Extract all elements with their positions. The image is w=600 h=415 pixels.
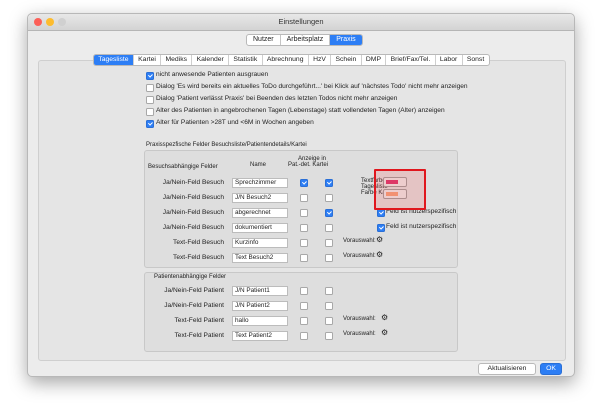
kartei-checkbox[interactable]	[325, 194, 333, 202]
subtab-kartei[interactable]: Kartei	[134, 55, 162, 65]
pat-det-checkbox[interactable]	[300, 254, 308, 262]
kartei-checkbox[interactable]	[325, 179, 333, 187]
option-label: Dialog 'Patient verlässt Praxis' bei Bee…	[156, 95, 398, 102]
default-label: Vorauswahl:	[343, 238, 376, 244]
row-label: Text-Feld Besuch	[173, 239, 224, 246]
gear-icon[interactable]: ⚙	[376, 251, 383, 259]
default-label: Vorauswahl:	[343, 331, 376, 337]
kartei-checkbox[interactable]	[325, 302, 333, 310]
subtab-kalender[interactable]: Kalender	[192, 55, 230, 65]
kartei-checkbox[interactable]	[325, 332, 333, 340]
settings-window: Einstellungen Nutzer Arbeitsplatz Praxis…	[27, 13, 575, 377]
ok-button[interactable]: OK	[540, 363, 562, 375]
option-label: nicht anwesende Patienten ausgrauen	[156, 71, 269, 78]
top-tab-bar: Nutzer Arbeitsplatz Praxis	[246, 34, 363, 46]
subtab-brief-fax-tel[interactable]: Brief/Fax/Tel.	[386, 55, 436, 65]
pat-det-checkbox[interactable]	[300, 302, 308, 310]
gear-icon[interactable]: ⚙	[381, 314, 388, 322]
default-label: Vorauswahl:	[343, 316, 376, 322]
user-specific-checkbox[interactable]	[377, 209, 385, 217]
kartei-checkbox[interactable]	[325, 224, 333, 232]
pat-det-checkbox[interactable]	[300, 209, 308, 217]
highlight-box	[374, 169, 426, 210]
sub-tab-bar: Tagesliste Kartei Mediks Kalender Statis…	[93, 54, 490, 66]
pat-det-checkbox[interactable]	[300, 287, 308, 295]
gear-icon[interactable]: ⚙	[381, 329, 388, 337]
patient-fields-group	[144, 272, 458, 352]
col-header-pat-kartei: Pat.-det. Kartei	[288, 162, 329, 168]
row-label: Ja/Nein-Feld Besuch	[162, 179, 224, 186]
subtab-statistik[interactable]: Statistik	[229, 55, 263, 65]
option-checkbox-wochen[interactable]	[146, 120, 154, 128]
subtab-abrechnung[interactable]: Abrechnung	[263, 55, 309, 65]
pat-det-checkbox[interactable]	[300, 179, 308, 187]
field-name-input[interactable]: Kurzinfo	[232, 238, 288, 248]
row-label: Ja/Nein-Feld Patient	[164, 302, 224, 309]
tab-nutzer[interactable]: Nutzer	[247, 35, 281, 45]
user-specific-label: Feld ist nutzerspezifisch	[386, 223, 457, 230]
subtab-mediks[interactable]: Mediks	[161, 55, 193, 65]
kartei-checkbox[interactable]	[325, 254, 333, 262]
field-name-input[interactable]: J/N Patient2	[232, 301, 288, 311]
default-label: Vorauswahl:	[343, 253, 376, 259]
kartei-checkbox[interactable]	[325, 209, 333, 217]
field-name-input[interactable]: abgerechnet	[232, 208, 288, 218]
user-specific-checkbox[interactable]	[377, 224, 385, 232]
title-bar: Einstellungen	[28, 14, 574, 31]
field-name-input[interactable]: hallo	[232, 316, 288, 326]
pat-det-checkbox[interactable]	[300, 194, 308, 202]
tab-arbeitsplatz[interactable]: Arbeitsplatz	[281, 35, 331, 45]
field-name-input[interactable]: J/N Besuch2	[232, 193, 288, 203]
pat-det-checkbox[interactable]	[300, 332, 308, 340]
option-checkbox-praxis-dialog[interactable]	[146, 96, 154, 104]
field-name-input[interactable]: J/N Patient1	[232, 286, 288, 296]
option-label: Alter für Patienten >28T und <6M in Woch…	[156, 119, 314, 126]
row-label: Ja/Nein-Feld Besuch	[162, 194, 224, 201]
option-label: Alter des Patienten in angebrochenen Tag…	[156, 107, 445, 114]
tab-praxis[interactable]: Praxis	[330, 35, 362, 45]
subtab-schein[interactable]: Schein	[331, 55, 362, 65]
field-name-input[interactable]: Text Besuch2	[232, 253, 288, 263]
subtab-hzv[interactable]: HzV	[309, 55, 332, 65]
window-title: Einstellungen	[278, 17, 324, 26]
kartei-checkbox[interactable]	[325, 239, 333, 247]
row-label: Text-Feld Patient	[174, 317, 224, 324]
refresh-button[interactable]: Aktualisieren	[478, 363, 536, 375]
field-name-input[interactable]: Text Patient2	[232, 331, 288, 341]
option-checkbox-lebenstage[interactable]	[146, 108, 154, 116]
col-header-name: Name	[250, 162, 267, 168]
pat-det-checkbox[interactable]	[300, 317, 308, 325]
pat-det-checkbox[interactable]	[300, 239, 308, 247]
row-label: Text-Feld Patient	[174, 332, 224, 339]
row-label: Ja/Nein-Feld Patient	[164, 287, 224, 294]
kartei-checkbox[interactable]	[325, 287, 333, 295]
option-label: Dialog 'Es wird bereits ein aktuelles To…	[156, 83, 468, 90]
subtab-dmp[interactable]: DMP	[362, 55, 387, 65]
subtab-tagesliste[interactable]: Tagesliste	[94, 55, 134, 65]
option-checkbox-todo-dialog[interactable]	[146, 84, 154, 92]
pat-det-checkbox[interactable]	[300, 224, 308, 232]
field-name-input[interactable]: Sprechzimmer	[232, 178, 288, 188]
gear-icon[interactable]: ⚙	[376, 236, 383, 244]
row-label: Text-Feld Besuch	[173, 254, 224, 261]
field-name-input[interactable]: dokumentiert	[232, 223, 288, 233]
patient-group-title: Patientenabhängige Felder	[154, 274, 227, 280]
section-title: Praxisspezfische Felder Besuchsliste/Pat…	[146, 142, 307, 148]
visit-group-title: Besuchsabhängige Felder	[148, 164, 218, 170]
subtab-sonst[interactable]: Sonst	[463, 55, 489, 65]
subtab-labor[interactable]: Labor	[436, 55, 463, 65]
row-label: Ja/Nein-Feld Besuch	[162, 209, 224, 216]
kartei-checkbox[interactable]	[325, 317, 333, 325]
row-label: Ja/Nein-Feld Besuch	[162, 224, 224, 231]
option-checkbox-ausgrauen[interactable]	[146, 72, 154, 80]
